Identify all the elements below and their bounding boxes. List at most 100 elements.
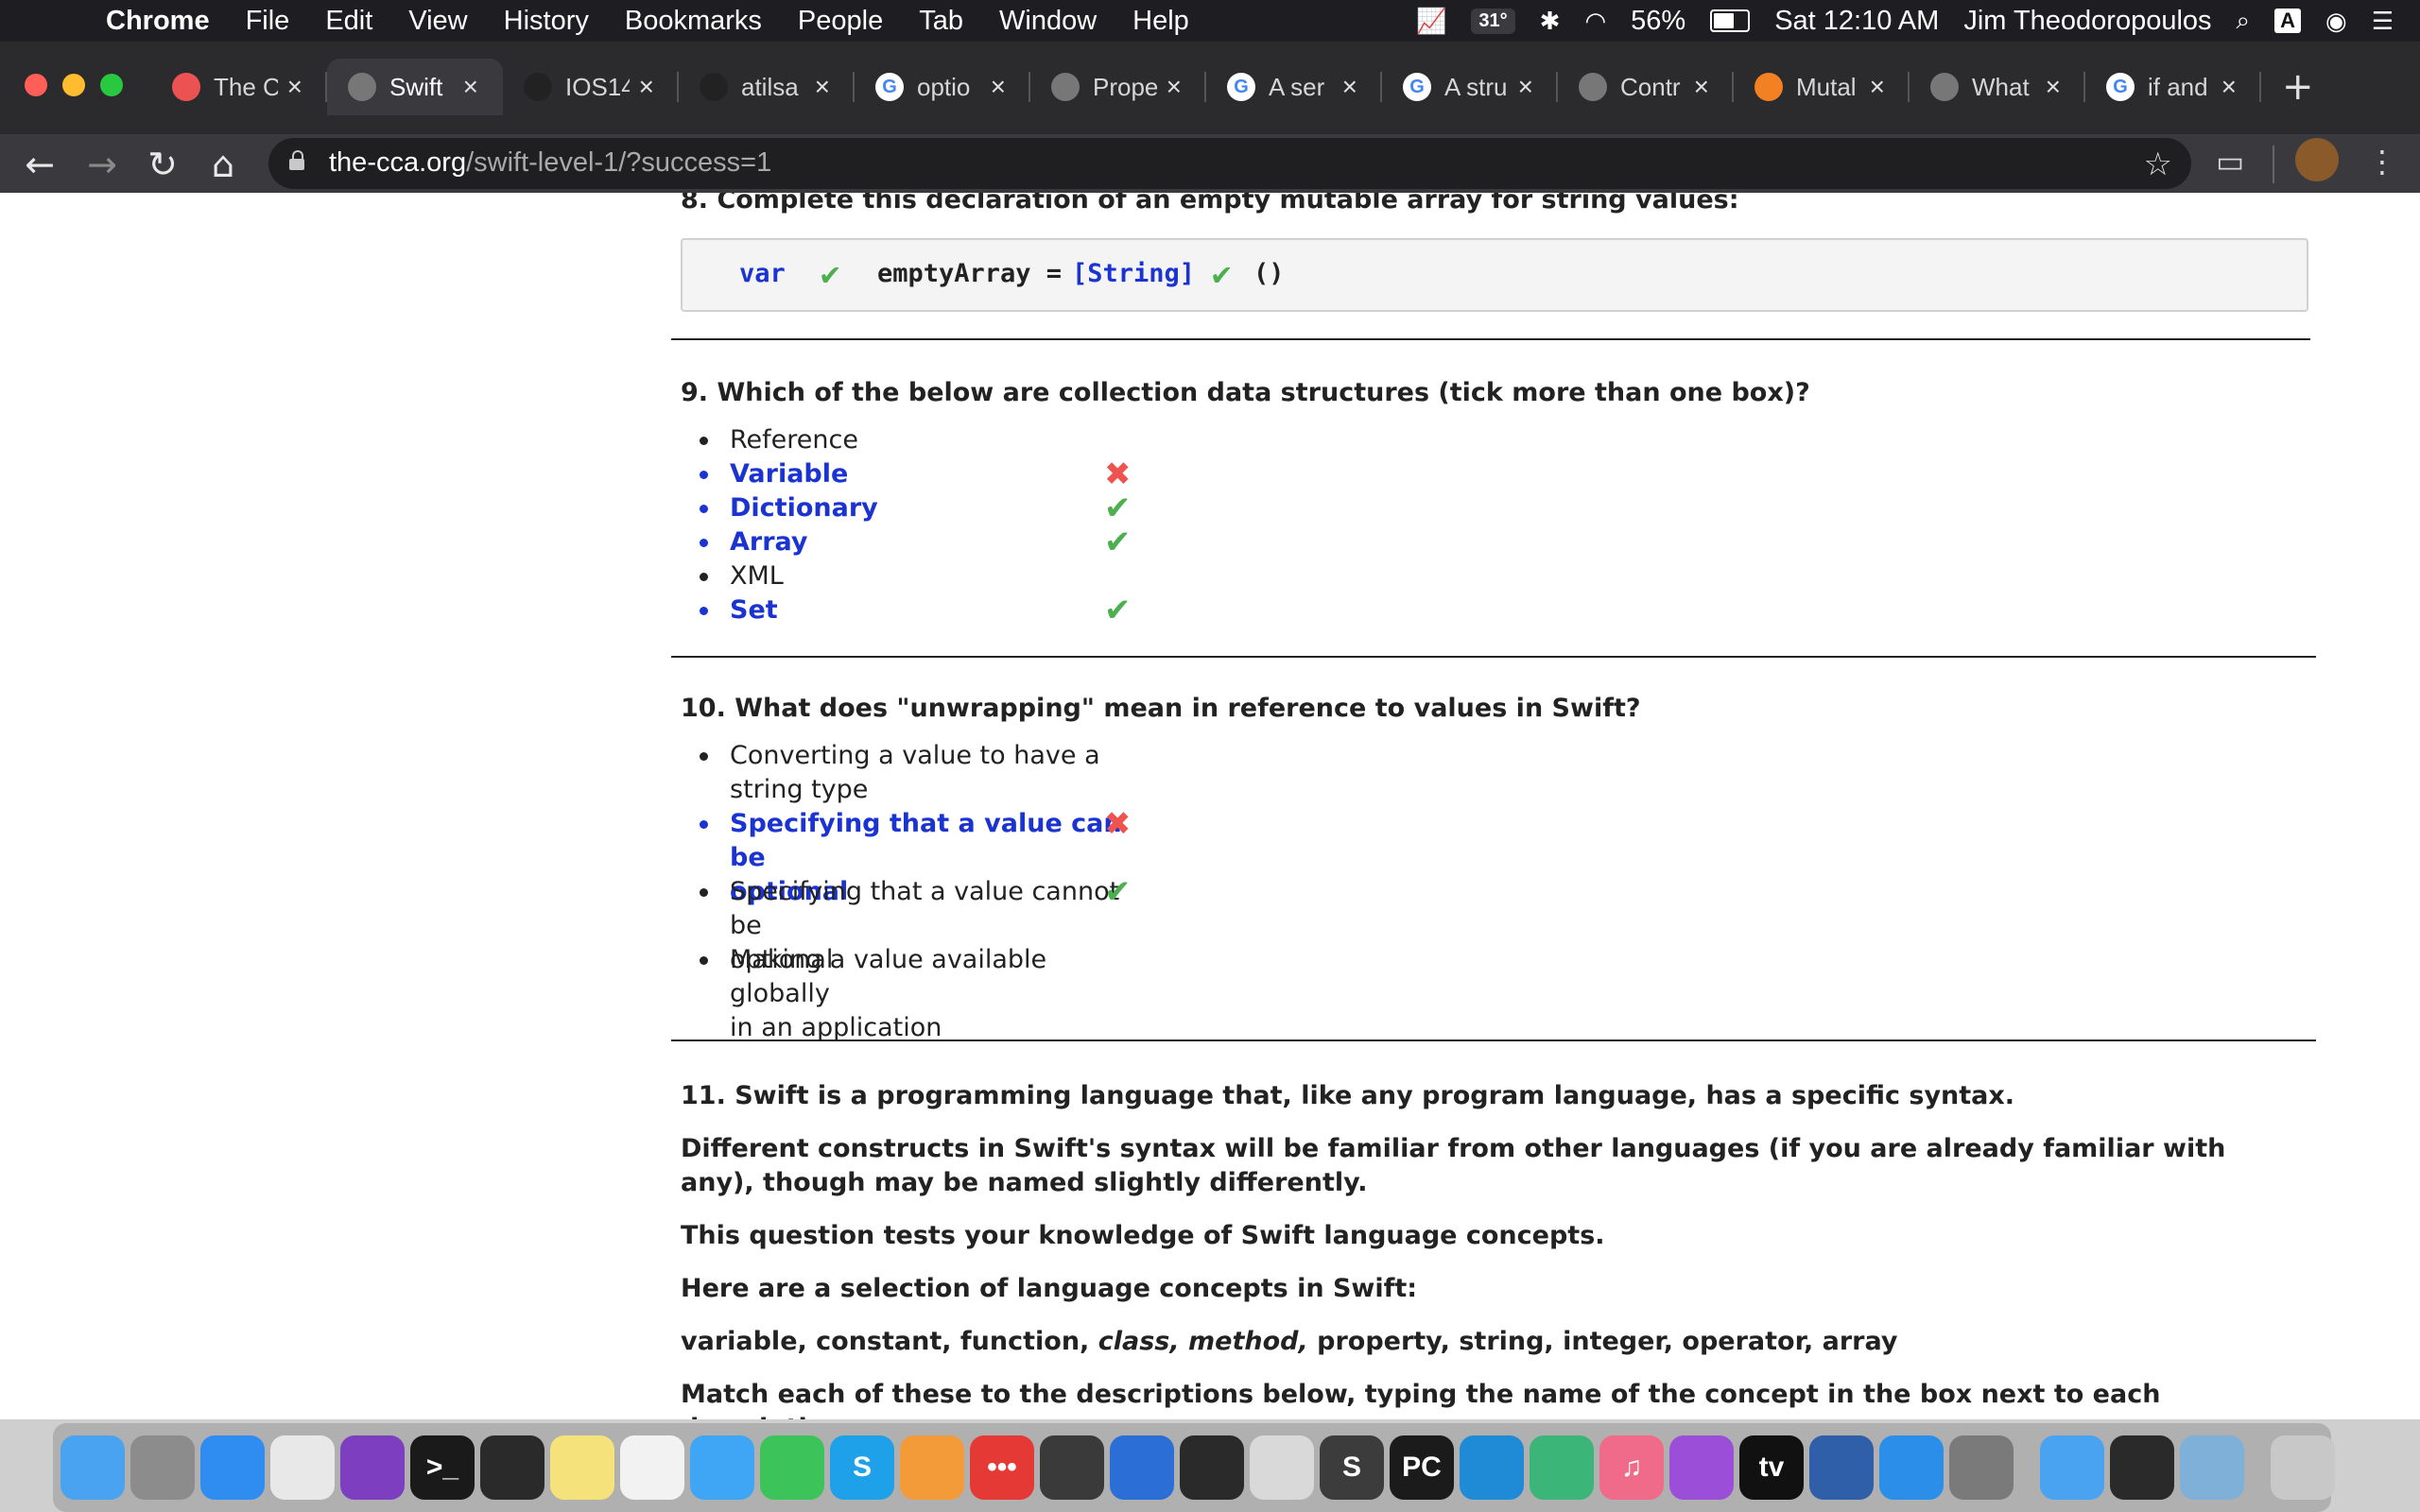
profile-avatar[interactable] xyxy=(2295,138,2339,181)
terminal-icon[interactable]: >_ xyxy=(410,1435,475,1500)
pycharm-icon[interactable]: PC xyxy=(1390,1435,1454,1500)
menu-file[interactable]: File xyxy=(246,6,290,37)
virtualbox-icon[interactable] xyxy=(1809,1435,1874,1500)
quicktime-icon[interactable] xyxy=(2110,1435,2174,1500)
davinci-icon[interactable] xyxy=(1040,1435,1104,1500)
finder-icon[interactable] xyxy=(60,1435,125,1500)
close-tab-icon[interactable]: × xyxy=(1167,72,1182,102)
more-icon[interactable]: ••• xyxy=(970,1435,1034,1500)
back-button[interactable]: ← xyxy=(17,142,62,187)
chrome-menu-icon[interactable]: ⋮ xyxy=(2367,144,2397,180)
trash-icon[interactable] xyxy=(2271,1435,2335,1500)
browser-tab[interactable]: Goptio × xyxy=(855,59,1030,115)
siri-icon[interactable]: ◉ xyxy=(2325,7,2347,36)
appletv-icon[interactable]: tv xyxy=(1739,1435,1804,1500)
home-button[interactable]: ⌂ xyxy=(200,142,246,187)
menu-edit[interactable]: Edit xyxy=(325,6,372,37)
xcode-folder-icon[interactable] xyxy=(2040,1435,2104,1500)
messages-icon[interactable] xyxy=(690,1435,754,1500)
reminders-icon[interactable] xyxy=(620,1435,684,1500)
option-variable[interactable]: Variable xyxy=(700,457,878,491)
close-tab-icon[interactable]: × xyxy=(1694,72,1709,102)
browser-tab[interactable]: Swift × xyxy=(327,59,503,115)
activity-monitor-icon[interactable] xyxy=(480,1435,544,1500)
menu-people[interactable]: People xyxy=(798,6,883,37)
chrome-icon[interactable] xyxy=(270,1435,335,1500)
input-source-badge[interactable]: A xyxy=(2274,9,2301,33)
menu-bookmarks[interactable]: Bookmarks xyxy=(625,6,762,37)
cast-icon[interactable]: ▭ xyxy=(2216,144,2244,180)
zoom-window-button[interactable] xyxy=(100,74,123,96)
forward-button[interactable]: → xyxy=(79,142,125,187)
option-string-type[interactable]: Converting a value to have a string type xyxy=(700,739,1127,807)
menu-app-name[interactable]: Chrome xyxy=(106,6,210,37)
safari-icon[interactable] xyxy=(200,1435,265,1500)
skype-icon[interactable]: S xyxy=(830,1435,894,1500)
home-icon[interactable] xyxy=(900,1435,964,1500)
browser-tab[interactable]: G A ser × xyxy=(1206,59,1382,115)
option-xml[interactable]: XML xyxy=(700,559,878,593)
close-tab-icon[interactable]: × xyxy=(639,72,654,102)
address-bar[interactable]: the-cca.org/swift-level-1/?success=1 ☆ xyxy=(268,138,2191,189)
facetime-icon[interactable] xyxy=(760,1435,824,1500)
option-array[interactable]: Array xyxy=(700,525,878,559)
option-available-globally[interactable]: Making a value available globally in an a… xyxy=(700,943,1127,1042)
tor-browser-icon[interactable] xyxy=(340,1435,405,1500)
bookmark-star-icon[interactable]: ☆ xyxy=(2144,146,2172,183)
minimize-window-button[interactable] xyxy=(62,74,85,96)
url-text[interactable]: the-cca.org/swift-level-1/?success=1 xyxy=(329,147,771,179)
podcasts-icon[interactable] xyxy=(1669,1435,1734,1500)
option-can-be-optional[interactable]: Specifying that a value can be optional xyxy=(700,807,1127,906)
xcode-icon[interactable] xyxy=(1879,1435,1944,1500)
menu-view[interactable]: View xyxy=(408,6,467,37)
music-icon[interactable]: ♫ xyxy=(1599,1435,1664,1500)
vscode-icon[interactable] xyxy=(1460,1435,1524,1500)
option-reference[interactable]: Reference xyxy=(700,423,878,457)
browser-tab[interactable]: G A stru × xyxy=(1382,59,1558,115)
close-tab-icon[interactable]: × xyxy=(1518,72,1533,102)
temperature-badge[interactable]: 31° xyxy=(1471,8,1515,34)
close-tab-icon[interactable]: × xyxy=(815,72,830,102)
browser-tab[interactable]: atilsa × xyxy=(679,59,855,115)
atom-icon[interactable] xyxy=(1530,1435,1594,1500)
user-name[interactable]: Jim Theodoropoulos xyxy=(1963,6,2211,37)
browser-tab[interactable]: IOS14 × xyxy=(503,59,679,115)
menu-history[interactable]: History xyxy=(504,6,589,37)
menu-window[interactable]: Window xyxy=(999,6,1097,37)
popcorn-icon[interactable] xyxy=(1250,1435,1314,1500)
close-window-button[interactable] xyxy=(25,74,47,96)
battery-percent[interactable]: 56% xyxy=(1631,6,1685,37)
browser-tab[interactable]: Mutal × xyxy=(1734,59,1910,115)
option-dictionary[interactable]: Dictionary xyxy=(700,491,878,525)
close-tab-icon[interactable]: × xyxy=(1870,72,1885,102)
menu-help[interactable]: Help xyxy=(1132,6,1189,37)
bluetooth-icon[interactable]: ✱ xyxy=(1540,7,1561,36)
notification-center-icon[interactable]: ☰ xyxy=(2372,7,2394,36)
browser-tab[interactable]: Contr × xyxy=(1558,59,1734,115)
browser-tab[interactable]: Prope × xyxy=(1030,59,1206,115)
close-tab-icon[interactable]: × xyxy=(287,72,302,102)
sublime-icon[interactable]: S xyxy=(1320,1435,1384,1500)
option-set[interactable]: Set xyxy=(700,593,878,627)
notes-icon[interactable] xyxy=(550,1435,614,1500)
system-preferences-icon[interactable] xyxy=(1949,1435,2014,1500)
option-cannot-be-optional[interactable]: Specifying that a value cannot be optiona… xyxy=(700,875,1127,974)
wifi-icon[interactable]: ◠ xyxy=(1584,7,1606,36)
close-tab-icon[interactable]: × xyxy=(2221,72,2237,102)
launchpad-icon[interactable] xyxy=(130,1435,195,1500)
spotlight-search-icon[interactable]: ⌕ xyxy=(2237,6,2251,36)
browser-tab[interactable]: The C × xyxy=(151,59,327,115)
reload-button[interactable]: ↻ xyxy=(140,142,185,187)
battery-icon[interactable] xyxy=(1710,9,1751,32)
browser-tab[interactable]: Gif and × xyxy=(2085,59,2261,115)
close-tab-icon[interactable]: × xyxy=(1342,72,1357,102)
close-tab-icon[interactable]: × xyxy=(463,72,478,102)
close-tab-icon[interactable]: × xyxy=(2046,72,2061,102)
lock-icon[interactable] xyxy=(289,150,304,170)
menu-tab[interactable]: Tab xyxy=(919,6,963,37)
close-tab-icon[interactable]: × xyxy=(991,72,1006,102)
mindnode-icon[interactable] xyxy=(1180,1435,1244,1500)
preview-icon[interactable] xyxy=(2180,1435,2244,1500)
browser-tab[interactable]: What × xyxy=(1910,59,2085,115)
clock[interactable]: Sat 12:10 AM xyxy=(1774,6,1939,37)
